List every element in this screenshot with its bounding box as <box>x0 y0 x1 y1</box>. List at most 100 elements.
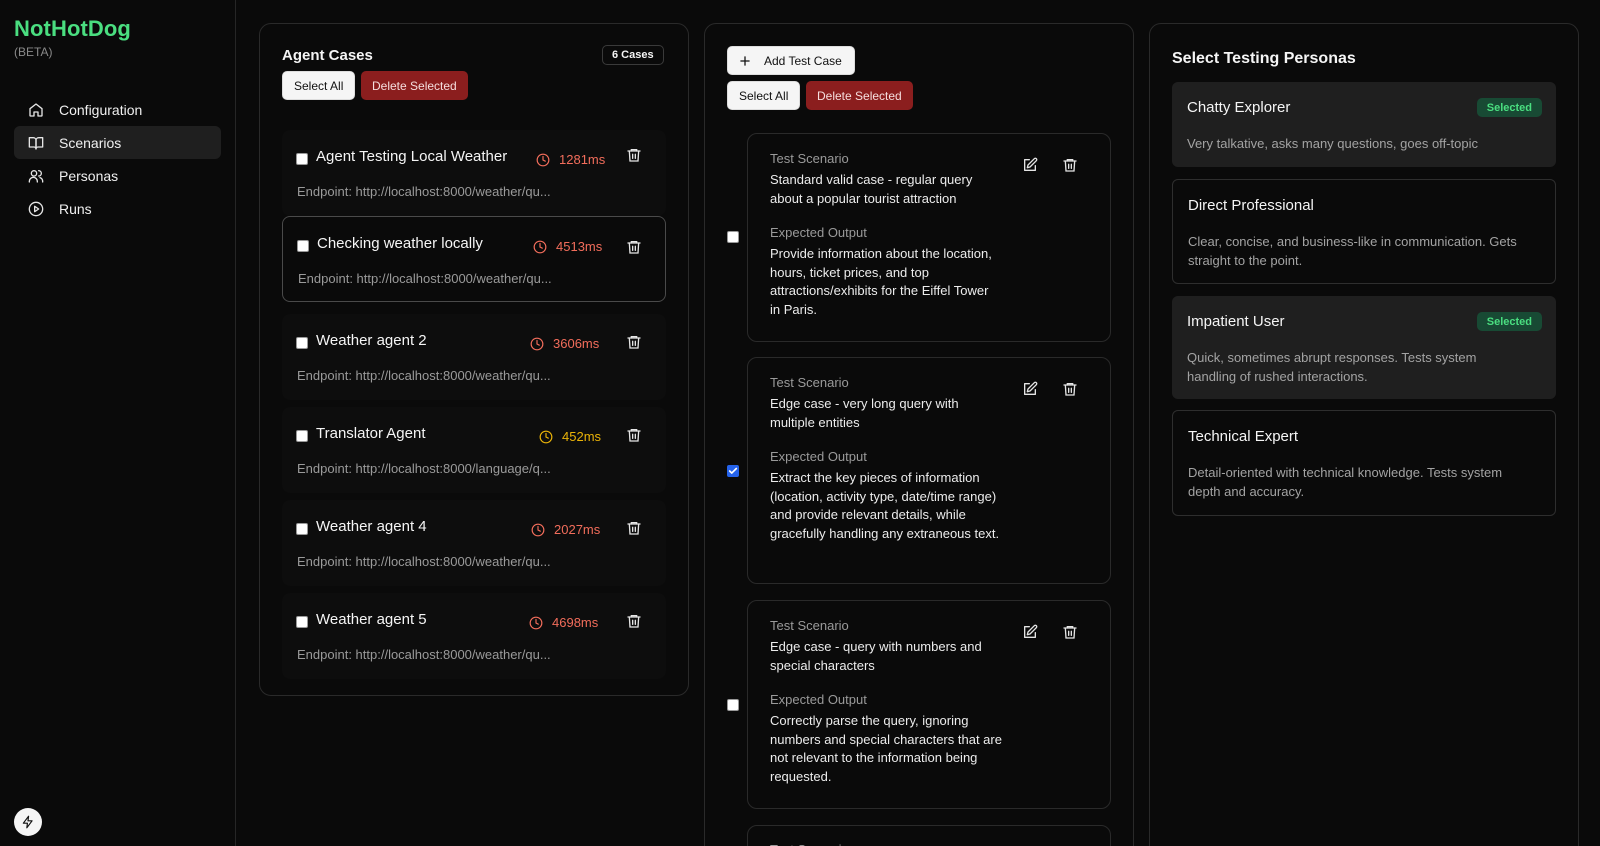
trash-icon[interactable] <box>1062 157 1078 173</box>
clock-icon <box>539 430 553 443</box>
persona-desc: Quick, sometimes abrupt responses. Tests… <box>1187 350 1477 384</box>
users-icon <box>28 168 44 184</box>
trash-icon[interactable] <box>1062 381 1078 397</box>
edit-icon[interactable] <box>1022 157 1038 173</box>
scenario-text: Edge case - query with numbers and speci… <box>770 639 982 673</box>
add-test-case-button[interactable]: Add Test Case <box>727 46 855 75</box>
trash-icon[interactable] <box>626 239 642 255</box>
sidebar-item-label: Scenarios <box>59 134 122 151</box>
test-case-card: Test Scenario Edge case - very long quer… <box>747 357 1111 584</box>
trash-icon[interactable] <box>626 427 642 443</box>
brand: NotHotDog (BETA) <box>14 16 131 59</box>
sidebar-item-configuration[interactable]: Configuration <box>14 93 221 126</box>
case-name: Weather agent 4 <box>316 518 427 535</box>
persona-name: Technical Expert <box>1188 428 1299 445</box>
persona-card-chatty-explorer[interactable]: Chatty Explorer Selected Very talkative,… <box>1172 82 1556 167</box>
persona-card-impatient-user[interactable]: Impatient User Selected Quick, sometimes… <box>1172 296 1556 399</box>
sidebar-item-scenarios[interactable]: Scenarios <box>14 126 221 159</box>
selected-badge: Selected <box>1476 98 1542 117</box>
clock-icon <box>529 616 543 629</box>
persona-card-direct-professional[interactable]: Direct Professional Clear, concise, and … <box>1172 179 1556 284</box>
case-time: 4513ms <box>533 239 602 254</box>
agent-case-card[interactable]: Weather agent 2 3606ms Endpoint: http://… <box>282 314 666 400</box>
persona-name: Direct Professional <box>1188 197 1314 214</box>
case-checkbox[interactable] <box>296 337 308 349</box>
sidebar-item-label: Personas <box>59 167 119 184</box>
test-case-checkbox[interactable] <box>727 231 739 243</box>
bolt-icon[interactable] <box>14 808 42 836</box>
persona-desc: Detail-oriented with technical knowledge… <box>1188 465 1503 499</box>
sidebar-nav: Configuration Scenarios Personas Runs <box>14 93 221 225</box>
test-case-checkbox[interactable] <box>727 699 739 711</box>
case-name: Checking weather locally <box>317 235 483 252</box>
case-checkbox[interactable] <box>297 240 309 252</box>
case-time: 3606ms <box>530 336 599 351</box>
case-checkbox[interactable] <box>296 523 308 535</box>
agent-case-card[interactable]: Checking weather locally 4513ms Endpoint… <box>282 216 666 302</box>
persona-card-technical-expert[interactable]: Technical Expert Detail-oriented with te… <box>1172 410 1556 516</box>
case-time: 452ms <box>539 429 601 444</box>
case-name: Weather agent 2 <box>316 332 427 349</box>
test-case-card: Test Scenario <box>747 825 1111 846</box>
persona-name: Chatty Explorer <box>1187 99 1291 116</box>
case-checkbox[interactable] <box>296 153 308 165</box>
case-name: Weather agent 5 <box>316 611 427 628</box>
sidebar-item-runs[interactable]: Runs <box>14 192 221 225</box>
scenario-label: Test Scenario <box>770 375 849 390</box>
personas-title: Select Testing Personas <box>1172 50 1356 67</box>
case-time: 4698ms <box>529 615 598 630</box>
home-icon <box>28 102 44 118</box>
clock-icon <box>530 337 544 350</box>
expected-output-text: Correctly parse the query, ignoring numb… <box>770 713 1002 784</box>
trash-icon[interactable] <box>626 613 642 629</box>
agent-case-card[interactable]: Weather agent 5 4698ms Endpoint: http://… <box>282 593 666 679</box>
trash-icon[interactable] <box>626 334 642 350</box>
sidebar-item-label: Configuration <box>59 101 143 118</box>
select-all-cases-button[interactable]: Select All <box>282 71 356 100</box>
case-time: 1281ms <box>536 152 605 167</box>
case-endpoint: Endpoint: http://localhost:8000/weather/… <box>297 368 551 383</box>
trash-icon[interactable] <box>626 147 642 163</box>
case-endpoint: Endpoint: http://localhost:8000/weather/… <box>298 271 552 286</box>
agent-cases-title: Agent Cases <box>282 47 373 64</box>
book-icon <box>28 135 44 151</box>
agent-case-card[interactable]: Agent Testing Local Weather 1281ms Endpo… <box>282 130 666 216</box>
case-checkbox[interactable] <box>296 430 308 442</box>
persona-name: Impatient User <box>1187 313 1285 330</box>
delete-selected-cases-button[interactable]: Delete Selected <box>361 71 468 100</box>
sidebar-item-label: Runs <box>59 200 92 217</box>
test-case-card: Test Scenario Standard valid case - regu… <box>747 133 1111 342</box>
delete-selected-tests-button[interactable]: Delete Selected <box>806 81 913 110</box>
play-circle-icon <box>28 201 44 217</box>
scenario-label: Test Scenario <box>770 618 849 633</box>
case-endpoint: Endpoint: http://localhost:8000/weather/… <box>297 184 551 199</box>
persona-desc: Very talkative, asks many questions, goe… <box>1187 136 1478 151</box>
app-name: NotHotDog <box>14 16 131 41</box>
case-time: 2027ms <box>531 522 600 537</box>
expected-output-text: Provide information about the location, … <box>770 246 992 317</box>
selected-badge: Selected <box>1476 312 1542 331</box>
expected-output-label: Expected Output <box>770 692 867 707</box>
case-endpoint: Endpoint: http://localhost:8000/weather/… <box>297 554 551 569</box>
select-all-tests-button[interactable]: Select All <box>727 81 801 110</box>
case-name: Agent Testing Local Weather <box>316 148 508 165</box>
edit-icon[interactable] <box>1022 624 1038 640</box>
trash-icon[interactable] <box>1062 624 1078 640</box>
case-endpoint: Endpoint: http://localhost:8000/weather/… <box>297 647 551 662</box>
scenario-label: Test Scenario <box>770 151 849 166</box>
edit-icon[interactable] <box>1022 381 1038 397</box>
plus-icon <box>740 55 750 66</box>
test-case-checkbox[interactable] <box>727 465 739 477</box>
agent-case-card[interactable]: Translator Agent 452ms Endpoint: http://… <box>282 407 666 493</box>
test-case-card: Test Scenario Edge case - query with num… <box>747 600 1111 809</box>
clock-icon <box>536 153 550 166</box>
scenario-text: Edge case - very long query with multipl… <box>770 396 959 430</box>
expected-output-label: Expected Output <box>770 225 867 240</box>
persona-desc: Clear, concise, and business-like in com… <box>1188 234 1517 268</box>
check-icon <box>728 467 738 474</box>
trash-icon[interactable] <box>626 520 642 536</box>
case-checkbox[interactable] <box>296 616 308 628</box>
sidebar-item-personas[interactable]: Personas <box>14 159 221 192</box>
cases-count-badge: 6 Cases <box>602 45 664 65</box>
agent-case-card[interactable]: Weather agent 4 2027ms Endpoint: http://… <box>282 500 666 586</box>
